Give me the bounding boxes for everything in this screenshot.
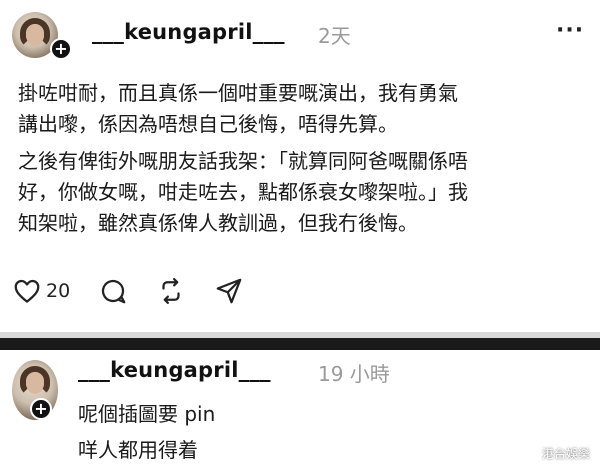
post-paragraph-1: 掛咗咁耐，而且真係一個咁重要嘅演出，我有勇氣 講出嚟，係因為唔想自己後悔，唔得先…	[18, 78, 588, 140]
follow-plus-icon[interactable]: +	[30, 398, 52, 420]
post-line: 講出嚟，係因為唔想自己後悔，唔得先算。	[18, 112, 398, 136]
post-timestamp: 2天	[318, 24, 351, 48]
post-line: 知架啦，雖然真係俾人教訓過，但我冇後悔。	[18, 211, 418, 235]
post-username[interactable]: ___keungapril___	[92, 20, 285, 44]
share-icon	[216, 278, 242, 304]
post-line: 之後有俾街外嘅朋友話我架：「就算同阿爸嘅關係唔	[18, 149, 468, 173]
share-button[interactable]	[214, 276, 244, 306]
comment-button[interactable]	[98, 276, 128, 306]
post-line: 掛咗咁耐，而且真係一個咁重要嘅演出，我有勇氣	[18, 81, 458, 105]
reply-timestamp: 19 小時	[318, 362, 390, 386]
post-line: 好，你做女嘅，咁走咗去，點都係衰女嚟架啦。」我	[18, 180, 468, 204]
reply-line: 呢個插圖要 pin	[78, 402, 216, 426]
divider-bar	[0, 338, 600, 350]
avatar-face	[26, 24, 44, 46]
like-button[interactable]: 20	[12, 276, 70, 306]
more-dots-icon[interactable]: ···	[556, 18, 584, 43]
repost-button[interactable]	[156, 276, 186, 306]
post-paragraph-2: 之後有俾街外嘅朋友話我架：「就算同阿爸嘅關係唔 好，你做女嘅，咁走咗去，點都係衰…	[18, 146, 588, 239]
post-actions: 20	[12, 274, 272, 308]
avatar-face	[26, 372, 44, 394]
reply-line: 咩人都用得着	[78, 438, 198, 462]
reply-username[interactable]: ___keungapril___	[78, 358, 271, 382]
watermark: 港台娛樂	[541, 447, 590, 461]
comment-icon	[102, 279, 126, 304]
repost-icon	[162, 278, 180, 304]
like-count: 20	[46, 280, 71, 302]
heart-icon	[14, 279, 40, 303]
follow-plus-icon[interactable]: +	[50, 38, 72, 60]
